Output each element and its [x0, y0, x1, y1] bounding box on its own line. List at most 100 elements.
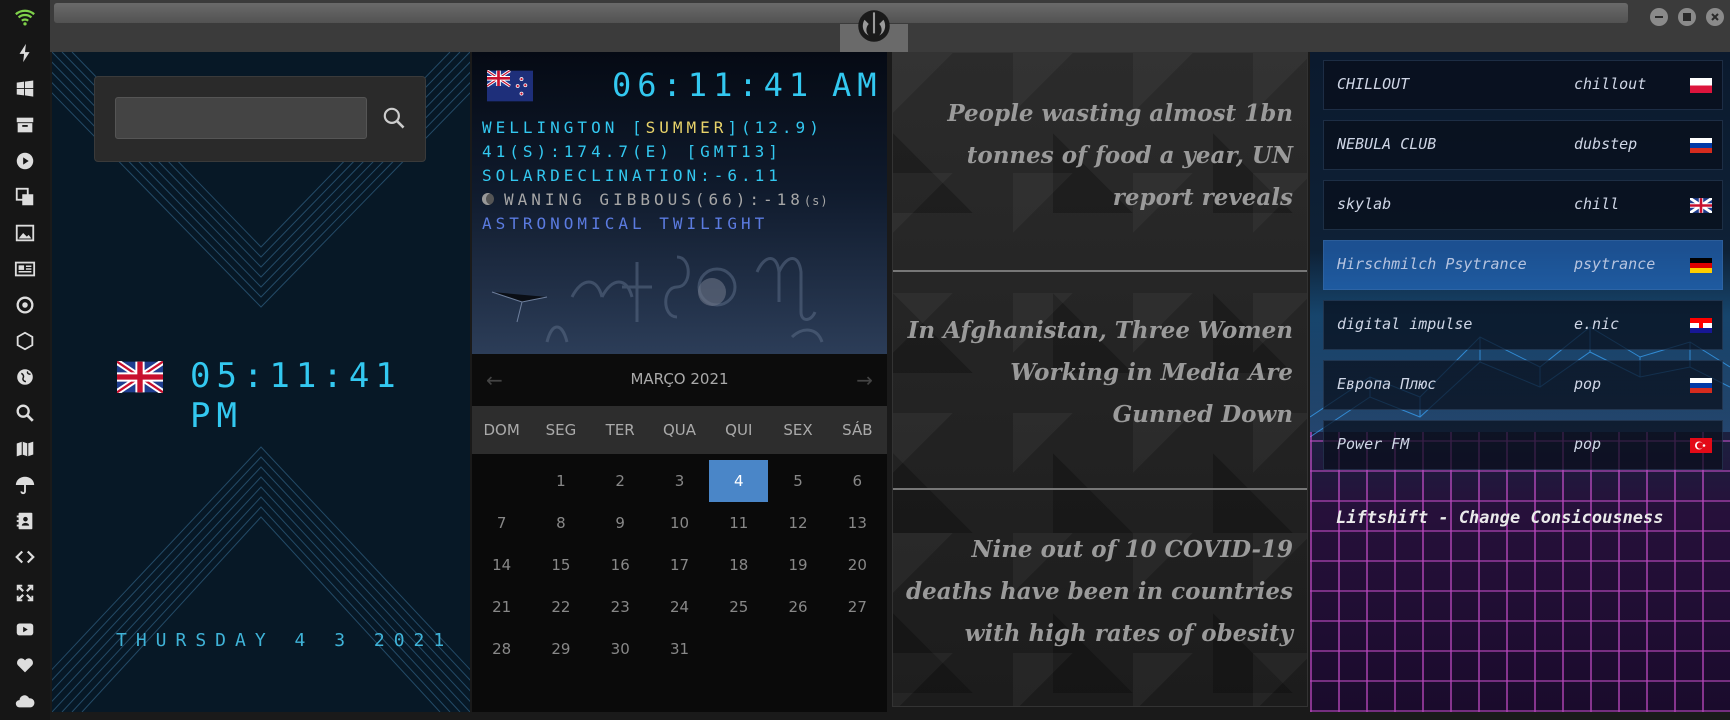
- calendar-next-button[interactable]: →: [856, 368, 873, 392]
- calendar-day[interactable]: 24: [650, 586, 709, 628]
- calendar-day[interactable]: 30: [591, 628, 650, 670]
- calendar-day[interactable]: 5: [768, 460, 827, 502]
- calendar-day[interactable]: 3: [650, 460, 709, 502]
- station-genre: chill: [1574, 195, 1620, 213]
- calendar-day[interactable]: 8: [531, 502, 590, 544]
- calendar-day[interactable]: 9: [591, 502, 650, 544]
- search-button[interactable]: [379, 103, 409, 133]
- window-titlebar: [50, 0, 1730, 52]
- calendar-day[interactable]: 7: [472, 502, 531, 544]
- contacts-icon[interactable]: [10, 508, 40, 534]
- radio-station-active[interactable]: Hirschmilch Psytrance psytrance: [1323, 240, 1723, 290]
- world-time: 06:11:41: [612, 66, 815, 104]
- calendar-day[interactable]: 10: [650, 502, 709, 544]
- calendar-day[interactable]: 15: [531, 544, 590, 586]
- radio-station[interactable]: CHILLOUT chillout: [1323, 60, 1723, 110]
- radio-station[interactable]: skylab chill: [1323, 180, 1723, 230]
- calendar-day[interactable]: 27: [828, 586, 887, 628]
- russia-flag-icon: [1690, 378, 1712, 393]
- settings-icon[interactable]: [10, 292, 40, 318]
- calendar-day[interactable]: 16: [591, 544, 650, 586]
- calendar-week: 7 8 9 10 11 12 13: [472, 502, 887, 544]
- calendar-day[interactable]: 29: [531, 628, 590, 670]
- wifi-icon[interactable]: [10, 4, 40, 30]
- wc-city-line: WELLINGTON [SUMMER](12.9): [482, 118, 823, 137]
- calendar-day[interactable]: 2: [591, 460, 650, 502]
- uk-flag-icon: [117, 361, 163, 393]
- calendar-day[interactable]: [709, 628, 768, 670]
- close-button[interactable]: [1706, 8, 1724, 26]
- calendar-day[interactable]: 17: [650, 544, 709, 586]
- station-genre: psytrance: [1574, 255, 1656, 273]
- calendar-day[interactable]: 14: [472, 544, 531, 586]
- news-icon[interactable]: [10, 256, 40, 282]
- calendar-day[interactable]: 19: [768, 544, 827, 586]
- moon-phase-icon: [482, 193, 494, 205]
- calendar-day[interactable]: 6: [828, 460, 887, 502]
- calendar-day[interactable]: 23: [591, 586, 650, 628]
- windows-icon[interactable]: [10, 76, 40, 102]
- wc-season: SUMMER: [645, 118, 728, 137]
- station-name: digital impulse: [1337, 315, 1473, 333]
- calendar-day[interactable]: 12: [768, 502, 827, 544]
- radio-station[interactable]: digital impulse e.nic: [1323, 300, 1723, 350]
- rebel-alliance-logo[interactable]: [853, 4, 895, 46]
- calendar-day[interactable]: 26: [768, 586, 827, 628]
- world-clock: 06:11:41 AM WELLINGTON [SUMMER](12.9) 41…: [472, 52, 887, 354]
- croatia-flag-icon: [1690, 318, 1712, 333]
- station-genre: chillout: [1574, 75, 1647, 93]
- germany-flag-icon: [1690, 258, 1712, 273]
- map-icon[interactable]: [10, 436, 40, 462]
- calendar-day[interactable]: 25: [709, 586, 768, 628]
- calendar-day[interactable]: [828, 628, 887, 670]
- play-icon[interactable]: [10, 148, 40, 174]
- translate-icon[interactable]: [10, 184, 40, 210]
- calendar-week: 1 2 3 4 5 6: [472, 460, 887, 502]
- station-genre: pop: [1574, 435, 1602, 453]
- news-headline[interactable]: People wasting almost 1bn tonnes of food…: [903, 93, 1293, 219]
- radio-station[interactable]: Европа Плюс pop: [1323, 360, 1723, 410]
- maximize-button[interactable]: [1678, 8, 1696, 26]
- calendar-day[interactable]: 20: [828, 544, 887, 586]
- news-headline[interactable]: In Afghanistan, Three Women Working in M…: [903, 310, 1293, 436]
- news-headline[interactable]: Nine out of 10 COVID-19 deaths have been…: [903, 529, 1293, 655]
- local-clock-panel: 05:11:41 PM THURSDAY 4 3 2021: [52, 52, 470, 712]
- cloud-icon[interactable]: [10, 688, 40, 714]
- calendar-day[interactable]: 22: [531, 586, 590, 628]
- calendar-day[interactable]: 28: [472, 628, 531, 670]
- calendar-day[interactable]: [472, 460, 531, 502]
- youtube-icon[interactable]: [10, 616, 40, 642]
- calendar-day[interactable]: 31: [650, 628, 709, 670]
- search-icon[interactable]: [10, 400, 40, 426]
- calendar-day[interactable]: 11: [709, 502, 768, 544]
- weekday: TER: [605, 421, 635, 439]
- radio-station[interactable]: Power FM pop: [1323, 420, 1723, 470]
- radio-station[interactable]: NEBULA CLUB dubstep: [1323, 120, 1723, 170]
- world-ampm: AM: [832, 66, 883, 104]
- station-name: CHILLOUT: [1337, 75, 1410, 93]
- lightning-icon[interactable]: [10, 40, 40, 66]
- code-icon[interactable]: [10, 544, 40, 570]
- calendar-day[interactable]: 18: [709, 544, 768, 586]
- search-icon: [383, 107, 405, 129]
- umbrella-icon[interactable]: [10, 472, 40, 498]
- calendar-day[interactable]: 1: [531, 460, 590, 502]
- calendar-day[interactable]: 21: [472, 586, 531, 628]
- image-icon[interactable]: [10, 220, 40, 246]
- hexagon-icon[interactable]: [10, 328, 40, 354]
- calendar-week: 14 15 16 17 18 19 20: [472, 544, 887, 586]
- wc-moon: WANING GIBBOUS(66):-18: [504, 190, 804, 209]
- fullscreen-icon[interactable]: [10, 580, 40, 606]
- title-field[interactable]: [54, 3, 1628, 23]
- radio-panel: CHILLOUT chillout NEBULA CLUB dubstep sk…: [1310, 52, 1730, 712]
- search-input[interactable]: [115, 97, 367, 139]
- minimize-button[interactable]: [1650, 8, 1668, 26]
- calendar-day-today[interactable]: 4: [709, 460, 769, 502]
- globe-icon[interactable]: [10, 364, 40, 390]
- wc-coords: 41(S):174.7(E) [GMT13]: [482, 142, 782, 161]
- calendar-day[interactable]: 13: [828, 502, 887, 544]
- heart-icon[interactable]: [10, 652, 40, 678]
- calendar-day[interactable]: [768, 628, 827, 670]
- search-box: [94, 76, 426, 162]
- archive-icon[interactable]: [10, 112, 40, 138]
